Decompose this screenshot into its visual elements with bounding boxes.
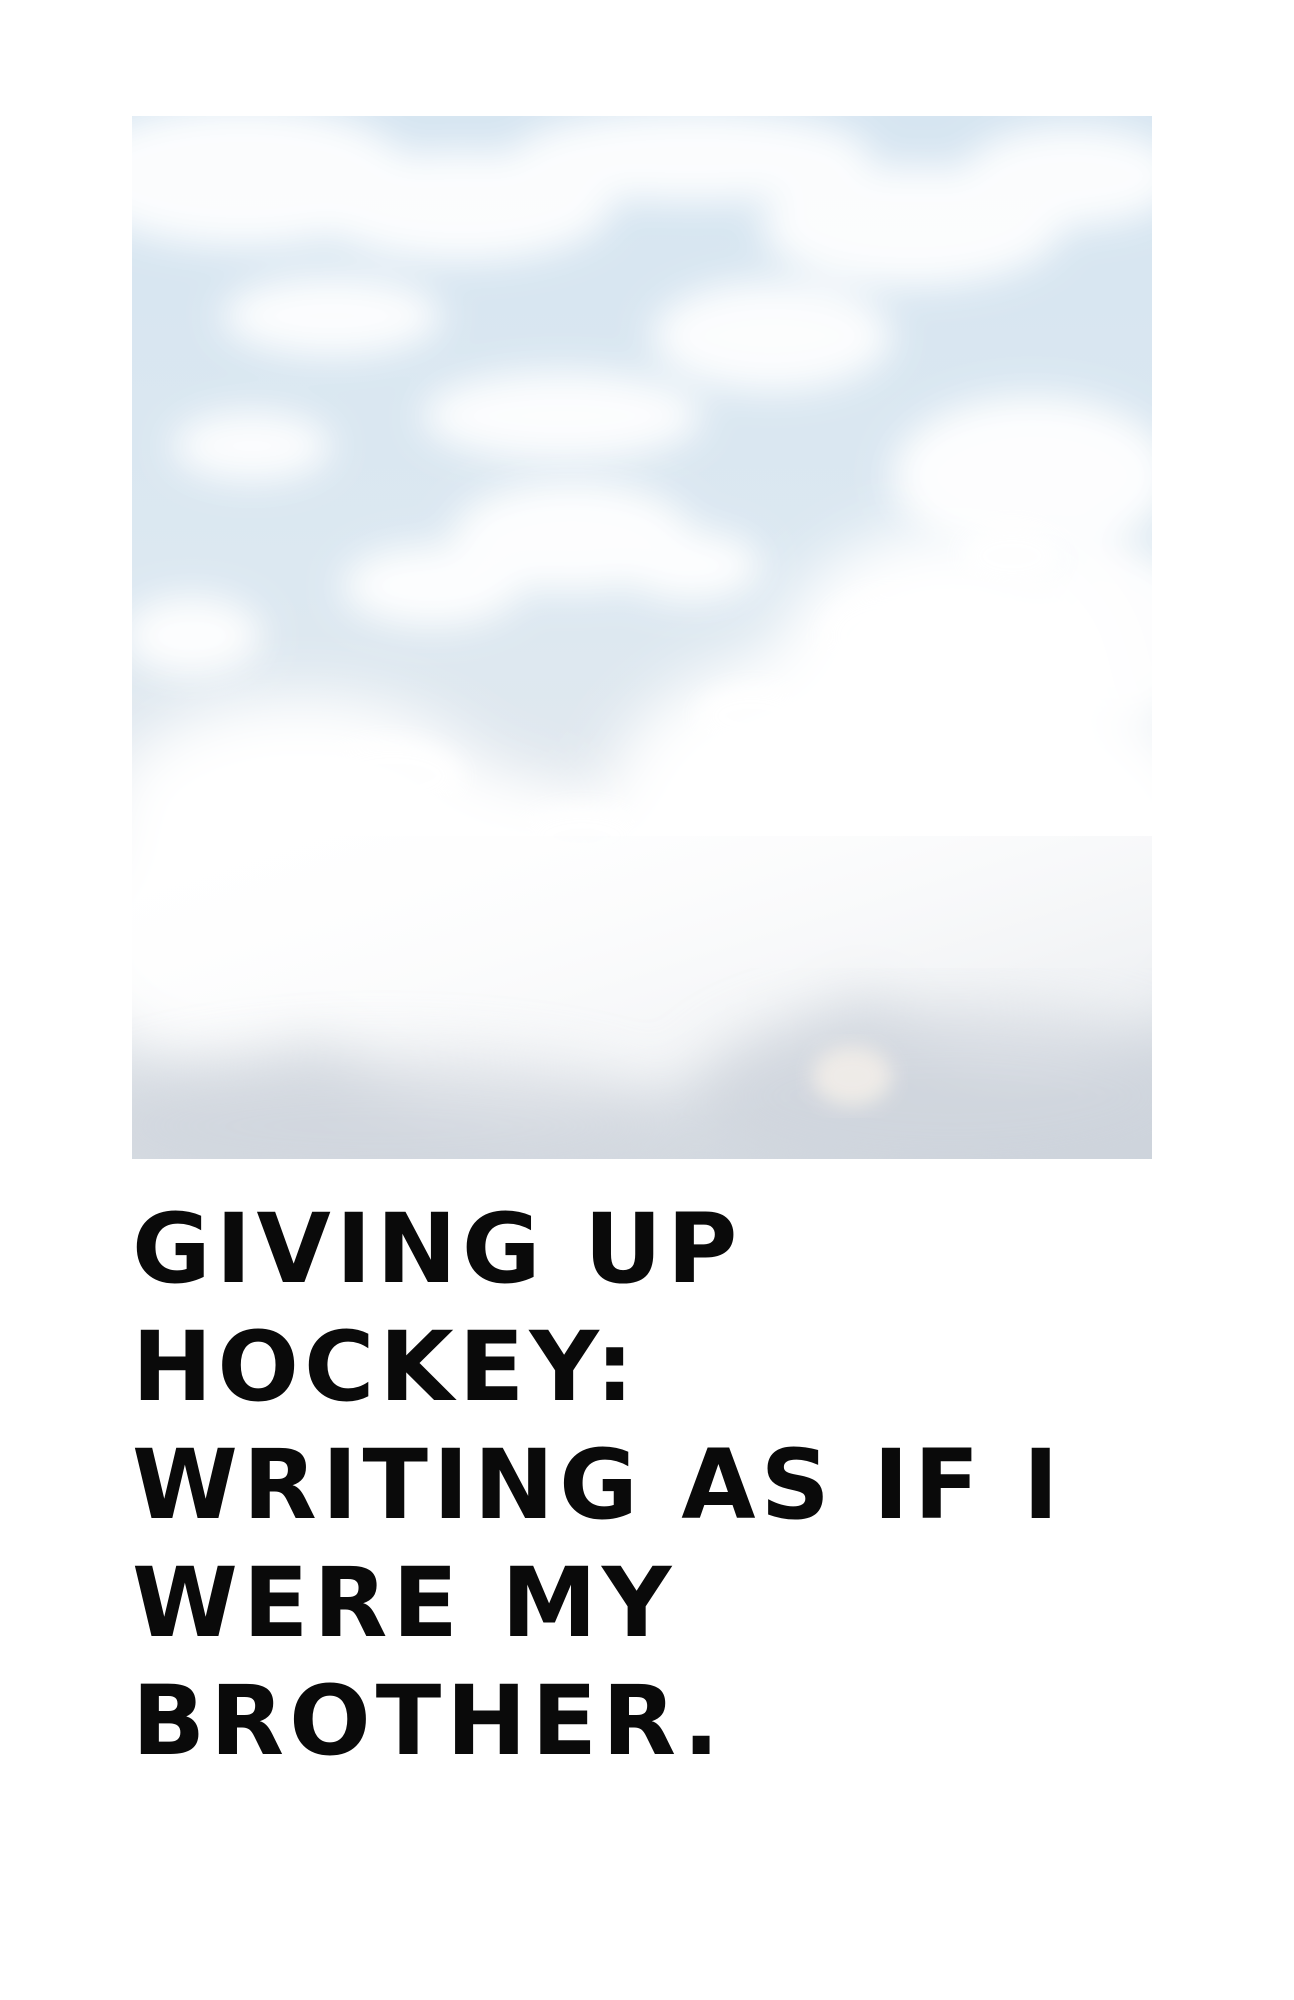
title-line-1: GIVING UP bbox=[132, 1193, 743, 1305]
title-line-5: BROTHER. bbox=[132, 1665, 725, 1777]
title-line-2: HOCKEY: bbox=[132, 1311, 639, 1423]
title-line-4: WERE MY bbox=[132, 1547, 677, 1659]
page: GIVING UP HOCKEY: WRITING AS IF I WERE M… bbox=[0, 0, 1294, 2000]
page-title: GIVING UP HOCKEY: WRITING AS IF I WERE M… bbox=[132, 1190, 1232, 1780]
cloudy-sky-photo-icon bbox=[132, 116, 1152, 1159]
title-line-3: WRITING AS IF I bbox=[132, 1429, 1064, 1541]
cloudy-sky-photo bbox=[132, 116, 1152, 1159]
